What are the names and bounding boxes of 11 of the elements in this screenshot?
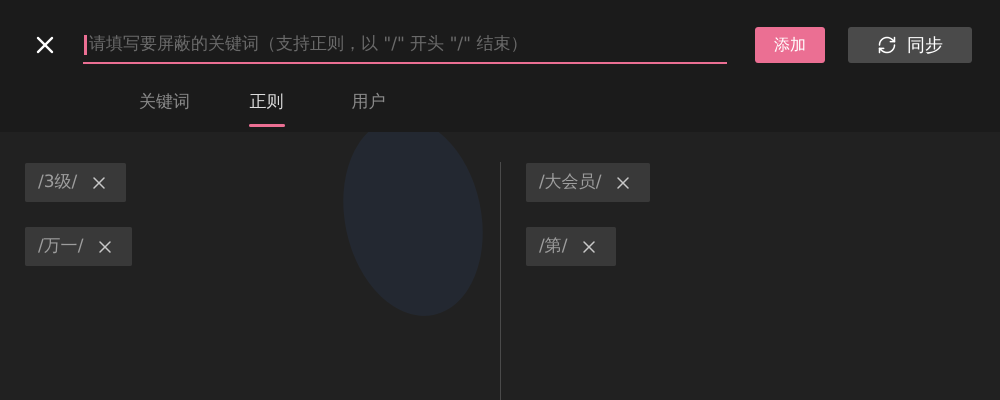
add-button[interactable]: 添加 — [755, 27, 825, 63]
text-cursor — [84, 35, 87, 55]
sync-icon — [877, 35, 897, 55]
tab[interactable]: 用户 — [316, 90, 421, 132]
chip-label: /3级/ — [38, 170, 78, 194]
chip-label: /大会员/ — [539, 170, 602, 194]
tab[interactable]: 正则 — [214, 90, 319, 132]
chip-label: /第/ — [539, 234, 568, 258]
tab[interactable]: 关键词 — [112, 90, 217, 132]
sync-button[interactable]: 同步 — [848, 27, 972, 63]
chip-label: /万一/ — [38, 234, 84, 258]
